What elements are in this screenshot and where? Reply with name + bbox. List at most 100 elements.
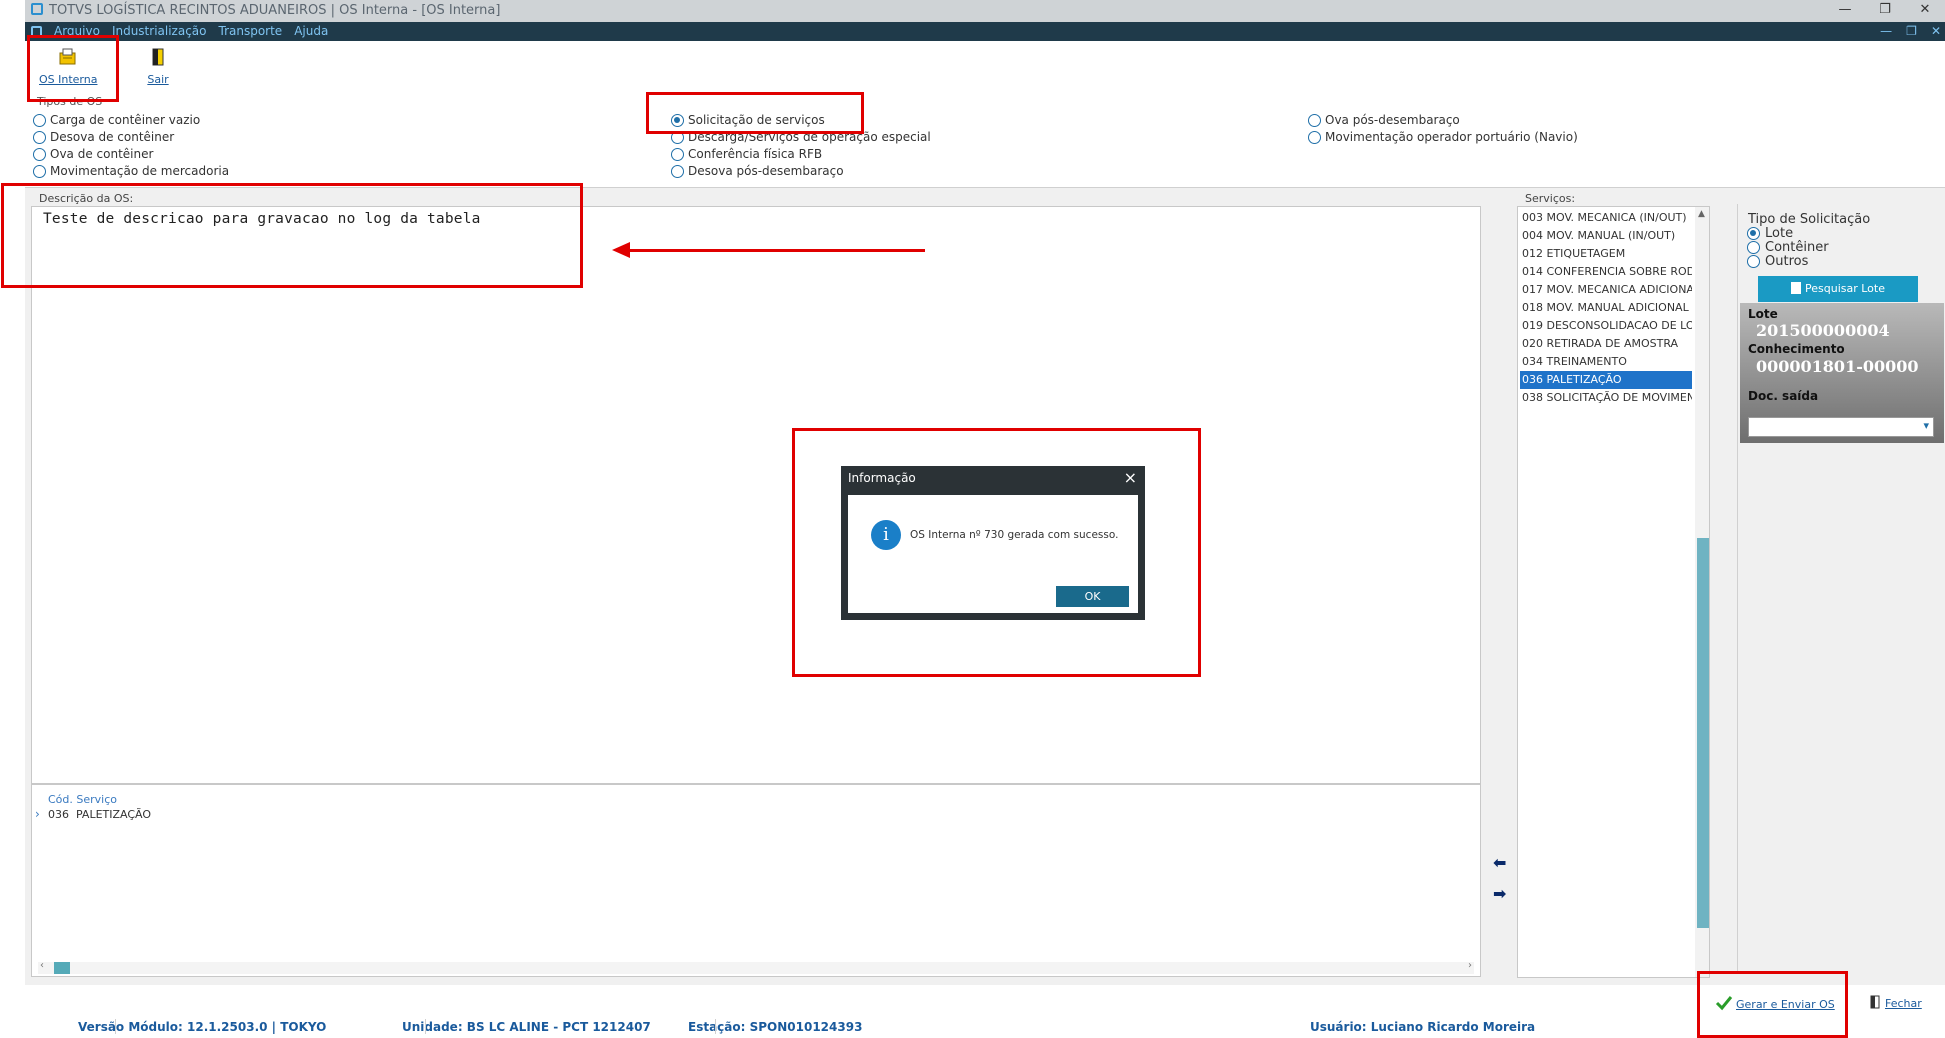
radio-solicitacao-servicos[interactable]: Solicitação de serviços [671, 113, 825, 127]
list-item[interactable]: 020 RETIRADA DE AMOSTRA [1520, 335, 1692, 353]
radio-circle [33, 164, 46, 178]
cod-servico-grid: Cód. Serviço › 036 PALETIZAÇÃO ‹ › [31, 784, 1481, 977]
checkmark-icon [1715, 996, 1733, 1011]
arrow-left-icon[interactable]: ⬅ [1493, 853, 1513, 872]
os-interna-button[interactable]: OS Interna [39, 47, 97, 86]
scroll-right-icon[interactable]: › [1468, 960, 1472, 971]
fechar-button[interactable]: Fechar [1868, 995, 1922, 1010]
gerar-enviar-os-label: Gerar e Enviar OS [1736, 998, 1835, 1011]
list-item[interactable]: 003 MOV. MECANICA (IN/OUT) [1520, 209, 1692, 227]
annotation-arrow-head [612, 242, 630, 258]
scroll-thumb[interactable] [1697, 538, 1709, 928]
servicos-list: 003 MOV. MECANICA (IN/OUT) 004 MOV. MANU… [1517, 206, 1710, 978]
pesquisar-lote-button[interactable]: Pesquisar Lote [1758, 276, 1918, 302]
status-bar: Versão Módulo: 12.1.2503.0 | TOKYO Unida… [25, 1015, 1945, 1038]
bottom-action-bar: Gerar e Enviar OS Fechar [25, 985, 1945, 1015]
dialog-message: OS Interna nº 730 gerada com sucesso. [910, 529, 1119, 541]
list-item[interactable]: 014 CONFERENCIA SOBRE RODAS [1520, 263, 1692, 281]
radio-label: Desova de contêiner [50, 130, 175, 144]
cod-servico-header: Cód. Serviço [48, 793, 118, 806]
scroll-up-icon[interactable]: ▲ [1698, 209, 1705, 219]
radio-label: Movimentação operador portuário (Navio) [1325, 130, 1578, 144]
radio-ova-pos-desembaraco[interactable]: Ova pós-desembaraço [1308, 113, 1460, 127]
doc-saida-label: Doc. saída [1748, 389, 1819, 403]
vertical-scrollbar[interactable]: ▲ [1695, 207, 1709, 977]
list-item[interactable]: 017 MOV. MECANICA ADICIONAL [1520, 281, 1692, 299]
menu-ajuda[interactable]: Ajuda [294, 22, 328, 41]
list-item[interactable]: 018 MOV. MANUAL ADICIONAL [1520, 299, 1692, 317]
menu-industrializacao[interactable]: Industrialização [112, 22, 207, 41]
radio-circle [671, 147, 684, 161]
radio-carga-conteiner-vazio[interactable]: Carga de contêiner vazio [33, 113, 200, 127]
radio-circle [33, 113, 46, 127]
title-bar: TOTVS LOGÍSTICA RECINTOS ADUANEIROS | OS… [25, 0, 1945, 22]
app-window: TOTVS LOGÍSTICA RECINTOS ADUANEIROS | OS… [25, 0, 1945, 1038]
arrow-right-icon[interactable]: ➡ [1493, 884, 1513, 903]
descricao-label: Descrição da OS: [39, 192, 134, 205]
menu-arquivo[interactable]: Arquivo [54, 22, 100, 41]
minimize-button[interactable]: — [1825, 0, 1865, 22]
radio-conferencia-fisica-rfb[interactable]: Conferência física RFB [671, 147, 822, 161]
radio-circle [33, 130, 46, 144]
radio-ova-conteiner[interactable]: Ova de contêiner [33, 147, 153, 161]
dialog-body: i OS Interna nº 730 gerada com sucesso. … [848, 495, 1138, 613]
restore-button[interactable]: ❐ [1865, 0, 1905, 22]
descricao-text: Teste de descricao para gravacao no log … [43, 211, 481, 227]
list-item[interactable]: 012 ETIQUETAGEM [1520, 245, 1692, 263]
lote-label: Lote [1748, 307, 1778, 321]
info-icon: i [871, 520, 901, 550]
radio-circle [671, 130, 684, 144]
radio-outros[interactable]: Outros [1747, 254, 1808, 269]
pesquisar-lote-label: Pesquisar Lote [1805, 282, 1885, 295]
sair-button[interactable]: Sair [147, 47, 169, 86]
radio-circle [1747, 255, 1760, 268]
radio-desova-conteiner[interactable]: Desova de contêiner [33, 130, 174, 144]
status-usuario: Usuário: Luciano Ricardo Moreira [1310, 1020, 1536, 1034]
app-icon [31, 3, 43, 15]
menu-bar: Arquivo Industrialização Transporte Ajud… [25, 22, 1945, 41]
radio-label: Movimentação de mercadoria [50, 164, 230, 178]
mdi-minimize-button[interactable]: — [1880, 22, 1892, 41]
radio-lote[interactable]: Lote [1747, 226, 1793, 241]
radio-label: Carga de contêiner vazio [50, 113, 201, 127]
mdi-restore-button[interactable]: ❐ [1906, 22, 1917, 41]
radio-descarga-servicos-especial[interactable]: Descarga/Serviços de operação especial [671, 130, 931, 144]
list-item[interactable]: 004 MOV. MANUAL (IN/OUT) [1520, 227, 1692, 245]
status-unidade: Unidade: BS LC ALINE - PCT 1212407 [402, 1020, 651, 1034]
scroll-left-icon[interactable]: ‹ [40, 960, 44, 971]
sair-label: Sair [147, 73, 169, 86]
list-item-selected[interactable]: 036 PALETIZAÇÃO [1520, 371, 1692, 389]
table-row[interactable]: 036 PALETIZAÇÃO [48, 808, 151, 821]
exit-door-icon [152, 48, 164, 66]
close-button[interactable]: ✕ [1905, 0, 1945, 22]
dialog-close-icon[interactable]: × [1124, 468, 1137, 487]
doc-saida-select[interactable]: ▾ [1748, 417, 1934, 437]
gerar-enviar-os-button[interactable]: Gerar e Enviar OS [1715, 995, 1835, 1011]
horizontal-scrollbar[interactable]: ‹ › [38, 960, 1474, 974]
radio-movimentacao-mercadoria[interactable]: Movimentação de mercadoria [33, 164, 229, 178]
radio-movimentacao-operador-portuario[interactable]: Movimentação operador portuário (Navio) [1308, 130, 1578, 144]
radio-label: Conferência física RFB [688, 147, 823, 161]
menu-app-icon [31, 26, 42, 37]
radio-desova-pos-desembaraco[interactable]: Desova pós-desembaraço [671, 164, 844, 178]
scroll-thumb[interactable] [54, 962, 70, 974]
tipos-os-group: Tipos de OS Carga de contêiner vazio Des… [25, 95, 1945, 184]
status-separator [715, 1019, 716, 1034]
cod-servico-name: PALETIZAÇÃO [76, 808, 152, 821]
info-dialog: Informação × i OS Interna nº 730 gerada … [841, 466, 1145, 620]
row-chevron-icon: › [35, 807, 40, 821]
descricao-textarea[interactable]: Teste de descricao para gravacao no log … [31, 206, 1481, 784]
list-item[interactable]: 019 DESCONSOLIDACAO DE LOTE [1520, 317, 1692, 335]
radio-circle-selected [671, 113, 684, 127]
status-separator [425, 1019, 426, 1034]
dialog-title: Informação [848, 471, 916, 485]
mdi-close-button[interactable]: ✕ [1931, 22, 1941, 41]
radio-circle [671, 164, 684, 178]
fechar-label: Fechar [1885, 997, 1922, 1010]
menu-transporte[interactable]: Transporte [219, 22, 283, 41]
dialog-ok-button[interactable]: OK [1056, 586, 1129, 607]
list-item[interactable]: 034 TREINAMENTO [1520, 353, 1692, 371]
radio-conteiner[interactable]: Contêiner [1747, 240, 1829, 255]
list-item[interactable]: 038 SOLICITAÇÃO DE MOVIMENTAÇÃO [1520, 389, 1692, 407]
close-door-icon [1870, 995, 1880, 1009]
